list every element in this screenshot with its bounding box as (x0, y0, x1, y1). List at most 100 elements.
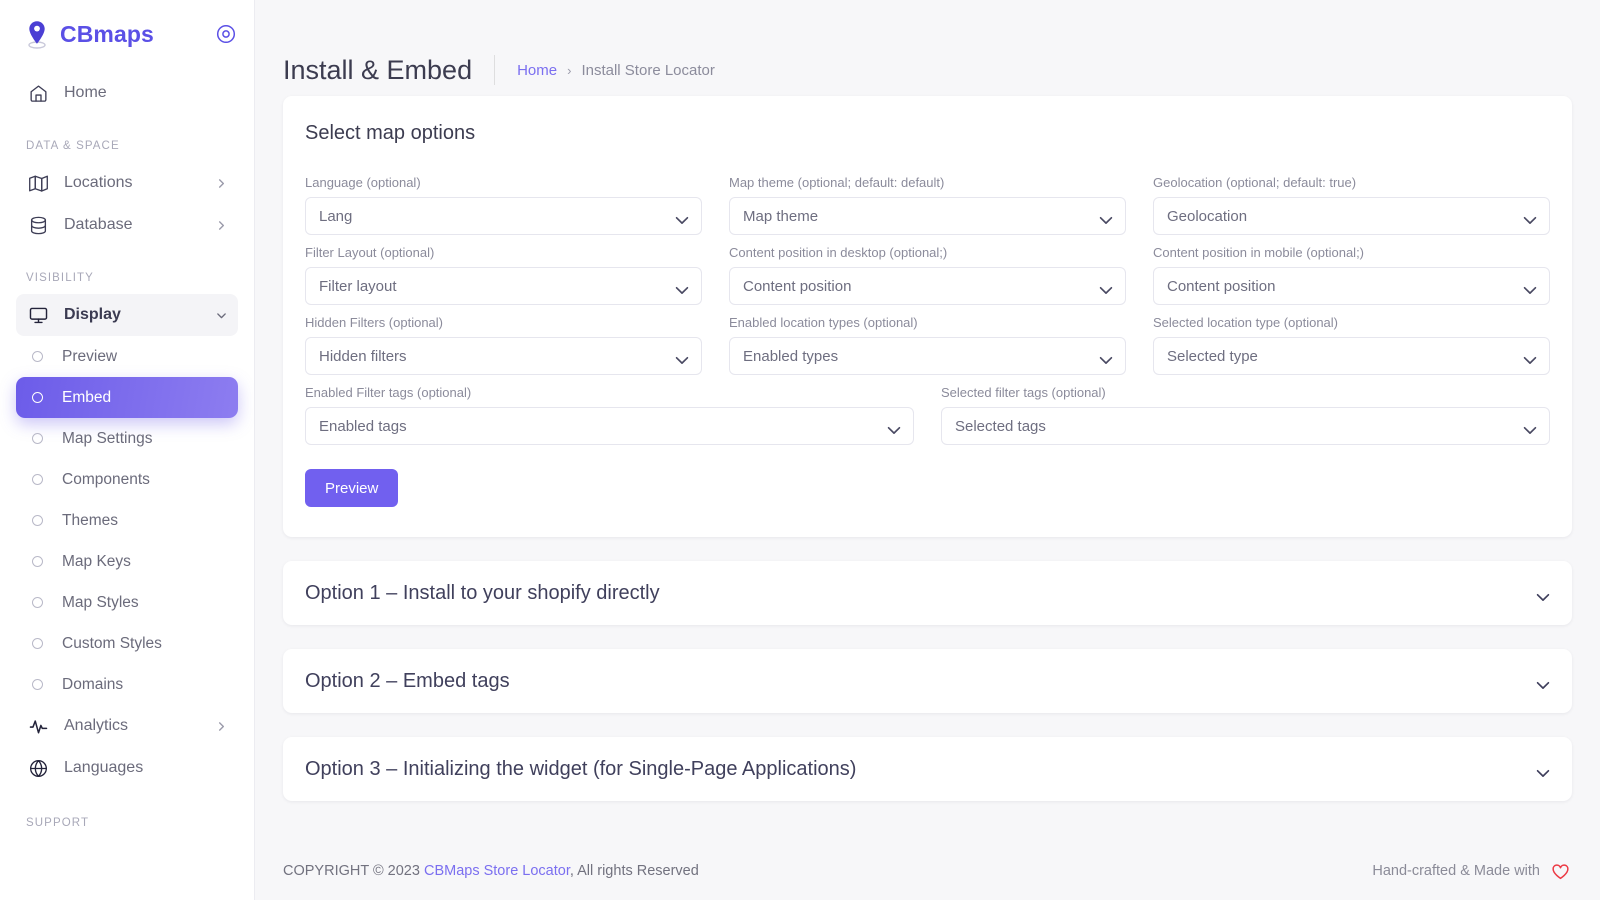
accordion-title: Option 2 – Embed tags (305, 669, 510, 692)
sidebar-item-label: Custom Styles (62, 634, 162, 652)
chevron-down-icon (675, 352, 689, 364)
field-selected-location-type: Selected location type (optional) Select… (1153, 315, 1550, 375)
sidebar-item-map-keys[interactable]: Map Keys (16, 541, 238, 582)
map-options-form-tags: Enabled Filter tags (optional) Enabled t… (283, 375, 1572, 445)
chevron-down-icon (675, 212, 689, 224)
hidden-filters-select[interactable]: Hidden filters (305, 337, 702, 375)
chevron-down-icon (1099, 212, 1113, 224)
field-enabled-location-types: Enabled location types (optional) Enable… (729, 315, 1126, 375)
breadcrumb-current: Install Store Locator (581, 61, 715, 79)
heart-icon (1551, 863, 1570, 880)
sidebar-item-label: Display (64, 306, 121, 323)
sidebar-item-home[interactable]: Home (16, 72, 238, 114)
sidebar-item-locations[interactable]: Locations (16, 162, 238, 204)
globe-icon (26, 756, 50, 780)
sidebar-item-label: Domains (62, 675, 124, 693)
chevron-down-icon (1099, 282, 1113, 294)
selected-filter-tags-select[interactable]: Selected tags (941, 407, 1550, 445)
chevron-right-icon (214, 220, 228, 231)
brand-name: CBmaps (60, 20, 154, 47)
geolocation-select[interactable]: Geolocation (1153, 197, 1550, 235)
sidebar-item-domains[interactable]: Domains (16, 664, 238, 705)
radio-circle-icon (32, 351, 43, 362)
map-theme-select[interactable]: Map theme (729, 197, 1126, 235)
card-title: Select map options (305, 122, 476, 144)
sidebar-item-database[interactable]: Database (16, 204, 238, 246)
sidebar-item-embed[interactable]: Embed (16, 377, 238, 418)
select-value: Lang (319, 207, 353, 225)
select-value: Hidden filters (319, 347, 407, 365)
preview-button[interactable]: Preview (305, 469, 399, 507)
sidebar-item-map-styles[interactable]: Map Styles (16, 582, 238, 623)
app-root: CBmaps Home DATA & SPACE Locations Datab… (0, 0, 1600, 900)
select-value: Enabled types (743, 347, 839, 365)
circle-dot-icon[interactable] (216, 24, 236, 44)
sidebar-item-preview[interactable]: Preview (16, 336, 238, 377)
sidebar-item-map-settings[interactable]: Map Settings (16, 418, 238, 459)
sidebar-item-label: Map Keys (62, 552, 131, 570)
field-label: Content position in mobile (optional;) (1153, 245, 1365, 260)
sidebar-item-label: Preview (62, 347, 118, 365)
brand-header[interactable]: CBmaps (0, 0, 254, 68)
database-icon (26, 213, 50, 237)
chevron-down-icon (675, 282, 689, 294)
content-position-mobile-select[interactable]: Content position (1153, 267, 1550, 305)
breadcrumb: Home › Install Store Locator (517, 62, 715, 79)
field-label: Selected filter tags (optional) (941, 385, 1106, 400)
enabled-location-types-select[interactable]: Enabled types (729, 337, 1126, 375)
select-value: Content position (1167, 277, 1276, 295)
field-label: Enabled location types (optional) (729, 315, 918, 330)
sidebar-item-label: Analytics (64, 717, 129, 734)
select-map-options-card: Select map options Language (optional) L… (283, 96, 1572, 537)
field-label: Enabled Filter tags (optional) (305, 385, 472, 400)
language-select[interactable]: Lang (305, 197, 702, 235)
filter-layout-select[interactable]: Filter layout (305, 267, 702, 305)
sidebar: CBmaps Home DATA & SPACE Locations Datab… (0, 0, 255, 900)
accordion-option-2[interactable]: Option 2 – Embed tags (283, 649, 1572, 713)
accordion-option-1[interactable]: Option 1 – Install to your shopify direc… (283, 561, 1572, 625)
main-content: Install & Embed Home › Install Store Loc… (255, 0, 1600, 900)
select-value: Filter layout (319, 277, 397, 295)
radio-circle-icon (32, 474, 43, 485)
field-label: Filter Layout (optional) (305, 245, 435, 260)
breadcrumb-separator-icon: › (567, 62, 572, 78)
enabled-filter-tags-select[interactable]: Enabled tags (305, 407, 914, 445)
select-value: Geolocation (1167, 207, 1248, 225)
sidebar-item-display[interactable]: Display (16, 294, 238, 336)
chevron-down-icon (1523, 282, 1537, 294)
sidebar-item-components[interactable]: Components (16, 459, 238, 500)
chevron-down-icon[interactable] (1536, 589, 1550, 601)
sidebar-item-analytics[interactable]: Analytics (16, 705, 238, 747)
chevron-down-icon (1099, 352, 1113, 364)
monitor-icon (26, 303, 50, 327)
chevron-down-icon (1523, 352, 1537, 364)
select-value: Selected tags (955, 417, 1046, 435)
accordion-title: Option 3 – Initializing the widget (for … (305, 757, 857, 780)
activity-icon (26, 714, 50, 738)
sidebar-section-support: SUPPORT (26, 817, 90, 829)
sidebar-item-label: Languages (64, 759, 144, 776)
field-filter-layout: Filter Layout (optional) Filter layout (305, 245, 702, 305)
chevron-down-icon[interactable] (1536, 677, 1550, 689)
chevron-down-icon (214, 310, 228, 321)
accordion-option-3[interactable]: Option 3 – Initializing the widget (for … (283, 737, 1572, 801)
field-geolocation: Geolocation (optional; default: true) Ge… (1153, 175, 1550, 235)
chevron-down-icon (1523, 422, 1537, 434)
sidebar-section-data-space: DATA & SPACE (26, 140, 120, 152)
chevron-down-icon[interactable] (1536, 765, 1550, 777)
selected-location-type-select[interactable]: Selected type (1153, 337, 1550, 375)
sidebar-item-themes[interactable]: Themes (16, 500, 238, 541)
footer-brand-link[interactable]: CBMaps Store Locator (424, 863, 570, 879)
breadcrumb-home-link[interactable]: Home (517, 62, 557, 79)
chevron-right-icon (214, 178, 228, 189)
sidebar-item-custom-styles[interactable]: Custom Styles (16, 623, 238, 664)
sidebar-item-label: Database (64, 216, 133, 233)
sidebar-item-languages[interactable]: Languages (16, 747, 238, 789)
sidebar-item-label: Themes (62, 511, 118, 529)
field-enabled-filter-tags: Enabled Filter tags (optional) Enabled t… (305, 385, 914, 445)
content-position-desktop-select[interactable]: Content position (729, 267, 1126, 305)
field-hidden-filters: Hidden Filters (optional) Hidden filters (305, 315, 702, 375)
page-footer: COPYRIGHT © 2023 CBMaps Store Locator, A… (255, 842, 1600, 900)
sidebar-section-visibility: VISIBILITY (26, 272, 94, 284)
select-value: Selected type (1167, 347, 1258, 365)
